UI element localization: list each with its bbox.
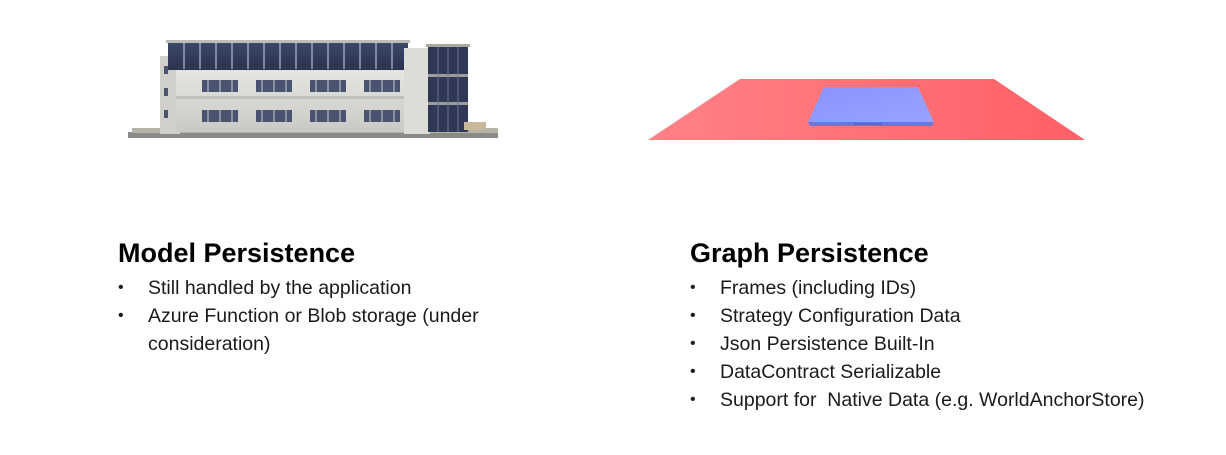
list-item: • Json Persistence Built-In bbox=[690, 330, 1210, 358]
model-persistence-title: Model Persistence bbox=[118, 238, 356, 268]
bullet-dot: • bbox=[690, 363, 696, 380]
slide: Model Persistence • Still handled by the… bbox=[0, 0, 1226, 455]
model-persistence-section: Model Persistence • Still handled by the… bbox=[118, 236, 538, 358]
list-item-text: DataContract Serializable bbox=[720, 361, 942, 383]
list-item-text: Json Persistence Built-In bbox=[720, 333, 935, 355]
list-item: • Azure Function or Blob storage (under … bbox=[118, 302, 538, 358]
list-item: • Frames (including IDs) bbox=[690, 274, 1210, 302]
list-item-text: Frames (including IDs) bbox=[720, 277, 917, 299]
bullet-dot: • bbox=[690, 279, 696, 296]
bullet-dot: • bbox=[690, 391, 696, 408]
list-item: • Strategy Configuration Data bbox=[690, 302, 1210, 330]
list-item-text: Azure Function or Blob storage (under co… bbox=[148, 305, 479, 355]
list-item: • Support for Native Data (e.g. WorldAnc… bbox=[690, 386, 1210, 414]
list-item: • DataContract Serializable bbox=[690, 358, 1210, 386]
bullet-dot: • bbox=[690, 307, 696, 324]
building-illustration bbox=[128, 40, 498, 138]
list-item-text: Support for Native Data (e.g. WorldAncho… bbox=[720, 389, 1145, 411]
bullet-dot: • bbox=[690, 335, 696, 352]
list-item-text: Still handled by the application bbox=[148, 277, 412, 299]
list-item-text: Strategy Configuration Data bbox=[720, 305, 961, 327]
graph-persistence-title: Graph Persistence bbox=[690, 238, 929, 268]
graph-persistence-section: Graph Persistence • Frames (including ID… bbox=[690, 236, 1210, 414]
bullet-dot: • bbox=[118, 307, 124, 324]
plane-illustration bbox=[648, 79, 1085, 140]
model-persistence-list: • Still handled by the application • Azu… bbox=[118, 274, 538, 358]
bullet-dot: • bbox=[118, 279, 124, 296]
list-item: • Still handled by the application bbox=[118, 274, 538, 302]
graph-persistence-list: • Frames (including IDs) • Strategy Conf… bbox=[690, 274, 1210, 414]
